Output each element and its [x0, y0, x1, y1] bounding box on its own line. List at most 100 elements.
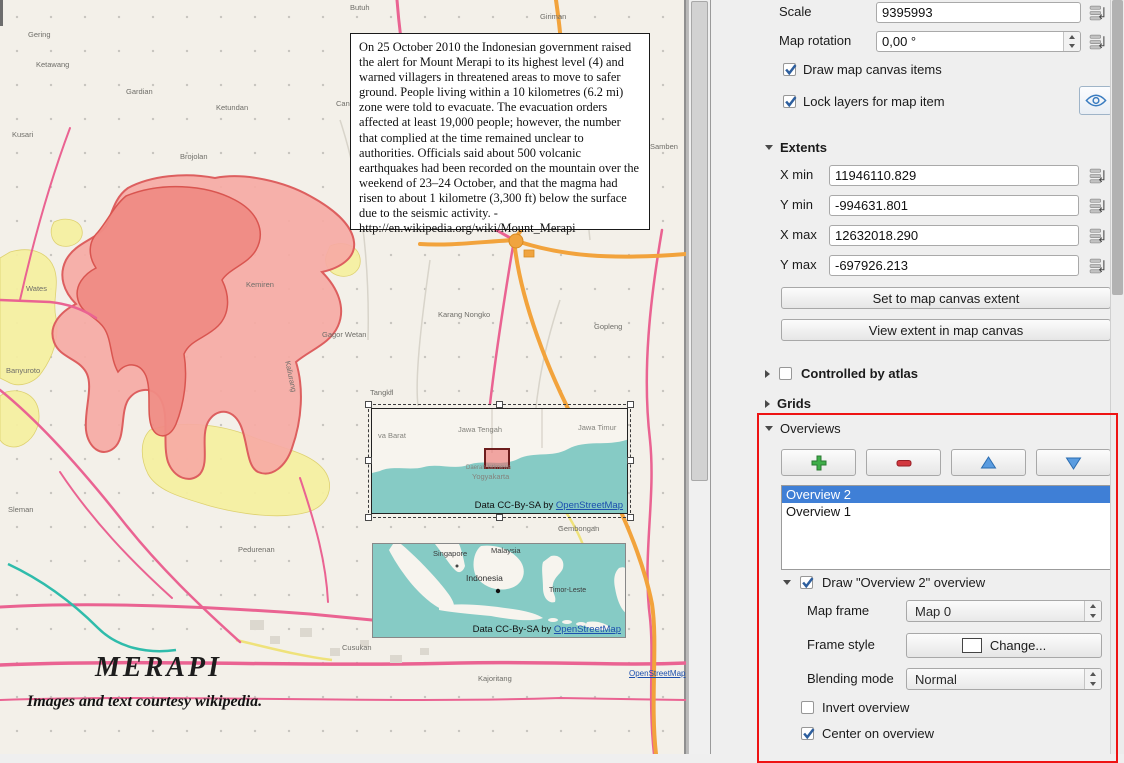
- annotation-text: On 25 October 2010 the Indonesian govern…: [359, 40, 639, 235]
- ymin-input[interactable]: -994631.801: [829, 195, 1079, 216]
- map-label: Pedurenan: [238, 545, 275, 554]
- map-label: Giriman: [540, 12, 566, 21]
- add-overview-button[interactable]: [781, 449, 856, 476]
- arrow-up-icon: [980, 456, 997, 470]
- ymax-input[interactable]: -697926.213: [829, 255, 1079, 276]
- data-defined-override-icon: [1089, 4, 1106, 21]
- center-on-overview-checkbox[interactable]: [801, 727, 814, 740]
- map-label: Brojolan: [180, 152, 208, 161]
- map-frame-label: Map frame: [807, 603, 869, 618]
- atlas-group-header[interactable]: Controlled by atlas: [765, 366, 918, 381]
- overviews-group-header[interactable]: Overviews: [765, 421, 841, 436]
- selection-handle-ne[interactable]: [627, 401, 634, 408]
- visibility-preset-button[interactable]: [1079, 86, 1112, 115]
- overview-map-item-1[interactable]: va BaratJawa TengahDaerah IstimewaYogyak…: [371, 408, 628, 514]
- lock-layers-checkbox[interactable]: [783, 95, 796, 108]
- data-defined-override-icon: [1089, 257, 1106, 274]
- text-annotation-item[interactable]: On 25 October 2010 the Indonesian govern…: [350, 33, 650, 230]
- minus-icon: [896, 455, 912, 471]
- rotation-spinbox[interactable]: 0,00 °: [876, 31, 1081, 52]
- inset1-attribution: Data CC-By-SA by OpenStreetMap: [475, 500, 623, 511]
- map-label: Gardian: [126, 87, 153, 96]
- map-label: Kemiren: [246, 280, 274, 289]
- map-label: Gopleng: [594, 322, 622, 331]
- map-label: Daerah Istimewa: [466, 465, 511, 471]
- overview-list-item[interactable]: Overview 2: [782, 486, 1110, 503]
- window-edge: [0, 0, 3, 26]
- move-overview-down-button[interactable]: [1036, 449, 1111, 476]
- selection-handle-n[interactable]: [496, 401, 503, 408]
- map-label: Banyuroto: [6, 366, 40, 375]
- composer-canvas[interactable]: Butuh Giriman Gering Ketawang Gardian Ketunda…: [0, 0, 688, 754]
- selection-handle-nw[interactable]: [365, 401, 372, 408]
- collapse-arrow-icon: [765, 145, 773, 150]
- item-properties-panel: Scale 9395993 Map rotation 0,00 ° Draw m…: [710, 0, 1124, 754]
- map-label: Gering: [28, 30, 51, 39]
- draw-canvas-items-checkbox[interactable]: [783, 63, 796, 76]
- map-label: Singapore: [433, 549, 467, 558]
- panel-scrollbar-thumb[interactable]: [1112, 0, 1123, 295]
- map-label: Jawa Tengah: [458, 425, 502, 434]
- center-on-overview-row[interactable]: Center on overview: [801, 726, 934, 741]
- rotation-spin-buttons[interactable]: [1063, 32, 1080, 51]
- map-frame-combo[interactable]: Map 0: [906, 600, 1102, 622]
- xmax-data-defined-button[interactable]: [1085, 225, 1109, 246]
- selection-handle-se[interactable]: [627, 514, 634, 521]
- selection-handle-e[interactable]: [627, 457, 634, 464]
- ymin-data-defined-button[interactable]: [1085, 195, 1109, 216]
- osm-link[interactable]: OpenStreetMap: [556, 500, 623, 511]
- rotation-data-defined-button[interactable]: [1085, 31, 1109, 52]
- selection-handle-s[interactable]: [496, 514, 503, 521]
- atlas-checkbox[interactable]: [779, 367, 792, 380]
- map-label: Timor-Leste: [549, 587, 586, 594]
- xmin-label: X min: [780, 167, 813, 182]
- lock-layers-row[interactable]: Lock layers for map item: [783, 94, 945, 109]
- xmax-label: X max: [780, 227, 817, 242]
- osm-link-2[interactable]: OpenStreetMap: [554, 624, 621, 635]
- map-label: Butuh: [350, 3, 370, 12]
- overview-list-item[interactable]: Overview 1: [782, 503, 1110, 520]
- map-label: Ketawang: [36, 60, 69, 69]
- frame-style-label: Frame style: [807, 637, 875, 652]
- selection-handle-sw[interactable]: [365, 514, 372, 521]
- canvas-scrollbar-thumb[interactable]: [691, 1, 708, 481]
- map-label: Ketundan: [216, 103, 248, 112]
- data-defined-override-icon: [1089, 167, 1106, 184]
- selection-handle-w[interactable]: [365, 457, 372, 464]
- map-label: Samben: [650, 142, 678, 151]
- composition-paper[interactable]: Butuh Giriman Gering Ketawang Gardian Ketunda…: [0, 0, 686, 754]
- expand-arrow-icon: [765, 400, 770, 408]
- collapse-arrow-icon: [765, 426, 773, 431]
- xmin-data-defined-button[interactable]: [1085, 165, 1109, 186]
- view-extent-in-canvas-button[interactable]: View extent in map canvas: [781, 319, 1111, 341]
- overview-map-item-2[interactable]: SingaporeMalaysiaIndonesiaTimor-Leste Da…: [372, 543, 626, 638]
- blending-mode-combo[interactable]: Normal: [906, 668, 1102, 690]
- frame-style-change-button[interactable]: Change...: [906, 633, 1102, 658]
- draw-overview-checkbox[interactable]: [800, 576, 813, 589]
- canvas-vertical-scrollbar[interactable]: [688, 0, 710, 754]
- map-label: Gembongan: [558, 524, 599, 533]
- map-caption: Images and text courtesy wikipedia.: [27, 693, 262, 711]
- map-label: Kusari: [12, 130, 33, 139]
- overview-list[interactable]: Overview 2 Overview 1: [781, 485, 1111, 570]
- invert-overview-row[interactable]: Invert overview: [801, 700, 909, 715]
- remove-overview-button[interactable]: [866, 449, 941, 476]
- map-label: Tangkil: [370, 388, 393, 397]
- xmin-input[interactable]: 11946110.829: [829, 165, 1079, 186]
- main-map-attribution[interactable]: OpenStreetMap: [629, 669, 685, 678]
- panel-vertical-scrollbar[interactable]: [1110, 0, 1124, 754]
- ymax-data-defined-button[interactable]: [1085, 255, 1109, 276]
- draw-overview-row[interactable]: Draw "Overview 2" overview: [783, 575, 985, 590]
- set-to-canvas-extent-button[interactable]: Set to map canvas extent: [781, 287, 1111, 309]
- invert-overview-checkbox[interactable]: [801, 701, 814, 714]
- extents-group-header[interactable]: Extents: [765, 140, 827, 155]
- grids-group-header[interactable]: Grids: [765, 396, 811, 411]
- xmax-input[interactable]: 12632018.290: [829, 225, 1079, 246]
- scale-data-defined-button[interactable]: [1085, 2, 1109, 23]
- scale-label: Scale: [779, 4, 812, 19]
- move-overview-up-button[interactable]: [951, 449, 1026, 476]
- collapse-arrow-icon: [783, 580, 791, 585]
- ymin-label: Y min: [780, 197, 813, 212]
- scale-input[interactable]: 9395993: [876, 2, 1081, 23]
- draw-canvas-items-row[interactable]: Draw map canvas items: [783, 62, 942, 77]
